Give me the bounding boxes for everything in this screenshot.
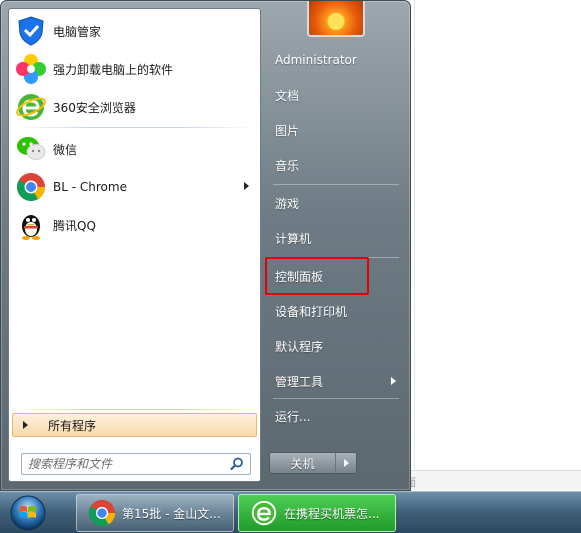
- right-item-pictures[interactable]: 图片: [267, 115, 401, 145]
- chrome-icon: [87, 498, 117, 528]
- chevron-right-icon: [343, 459, 349, 467]
- windows-start-orb-icon[interactable]: [8, 494, 48, 532]
- background-window: 面: [400, 0, 581, 490]
- shield-icon: [15, 15, 47, 47]
- taskbar: 第15批 - 金山文... 在携程买机票怎...: [0, 491, 581, 533]
- right-item-label: 音乐: [275, 158, 300, 173]
- taskbar-button-label: 第15批 - 金山文...: [122, 506, 221, 521]
- start-menu: 电脑管家 强力卸载电脑上的软件 360安全浏览器 微信 BL - Chrome …: [0, 0, 411, 491]
- qq-penguin-icon: [15, 209, 47, 241]
- right-item-computer[interactable]: 计算机: [267, 223, 401, 253]
- user-picture[interactable]: [307, 1, 365, 37]
- right-pane-divider: [273, 184, 399, 185]
- program-label: 电脑管家: [53, 24, 102, 39]
- program-label: 微信: [53, 142, 78, 157]
- all-programs-label: 所有程序: [48, 418, 97, 433]
- program-item-360-browser[interactable]: 360安全浏览器: [12, 89, 257, 125]
- right-item-run[interactable]: 运行...: [267, 401, 401, 431]
- expand-arrow-icon: [23, 421, 28, 429]
- right-item-devices-printers[interactable]: 设备和打印机: [267, 296, 401, 326]
- right-item-label: 默认程序: [275, 339, 324, 354]
- window-edge: [414, 0, 415, 470]
- flower-icon: [15, 53, 47, 85]
- all-programs-button[interactable]: 所有程序: [12, 413, 257, 437]
- right-item-games[interactable]: 游戏: [267, 188, 401, 218]
- right-item-label: 运行...: [275, 409, 311, 424]
- search-box[interactable]: [21, 453, 251, 475]
- submenu-arrow-icon[interactable]: [391, 377, 396, 385]
- right-item-label: 游戏: [275, 196, 300, 211]
- browser-e-icon: [249, 498, 279, 528]
- all-programs-divider: [15, 409, 255, 410]
- program-item-pc-manager[interactable]: 电脑管家: [12, 13, 257, 49]
- program-label: BL - Chrome: [53, 180, 127, 194]
- right-item-label: Administrator: [275, 53, 357, 67]
- program-label: 强力卸载电脑上的软件: [53, 62, 174, 77]
- right-item-label: 设备和打印机: [275, 304, 348, 319]
- right-item-label: 管理工具: [275, 374, 324, 389]
- start-menu-programs-pane: 电脑管家 强力卸载电脑上的软件 360安全浏览器 微信 BL - Chrome …: [8, 8, 261, 482]
- right-item-default-programs[interactable]: 默认程序: [267, 331, 401, 361]
- right-item-documents[interactable]: 文档: [267, 80, 401, 110]
- program-item-wechat[interactable]: 微信: [12, 131, 257, 167]
- shutdown-button[interactable]: 关机: [270, 453, 336, 473]
- chrome-icon: [15, 171, 47, 203]
- taskbar-button-wps[interactable]: 第15批 - 金山文...: [76, 494, 234, 532]
- shutdown-options-button[interactable]: [336, 453, 356, 473]
- wechat-icon: [15, 133, 47, 165]
- highlight-box: [265, 257, 369, 295]
- right-item-label: 计算机: [275, 231, 312, 246]
- right-item-label: 图片: [275, 123, 300, 138]
- search-icon[interactable]: [230, 457, 244, 471]
- right-item-admin-tools[interactable]: 管理工具: [267, 366, 401, 396]
- search-input[interactable]: [28, 457, 228, 471]
- program-item-qq[interactable]: 腾讯QQ: [12, 207, 257, 243]
- right-item-user[interactable]: Administrator: [267, 45, 401, 75]
- program-label: 腾讯QQ: [53, 218, 96, 233]
- taskbar-button-label: 在携程买机票怎...: [284, 506, 380, 521]
- shutdown-control: 关机: [269, 452, 357, 474]
- right-pane-divider: [273, 398, 399, 399]
- submenu-arrow-icon[interactable]: [244, 182, 249, 190]
- background-window-strip: 面: [400, 470, 581, 490]
- taskbar-button-browser[interactable]: 在携程买机票怎...: [238, 494, 396, 532]
- program-item-uninstaller[interactable]: 强力卸载电脑上的软件: [12, 51, 257, 87]
- right-item-music[interactable]: 音乐: [267, 150, 401, 180]
- browser-e-icon: [15, 91, 47, 123]
- right-item-label: 文档: [275, 88, 300, 103]
- program-label: 360安全浏览器: [53, 100, 136, 115]
- program-item-chrome[interactable]: BL - Chrome: [12, 169, 257, 205]
- program-list-divider: [15, 127, 255, 128]
